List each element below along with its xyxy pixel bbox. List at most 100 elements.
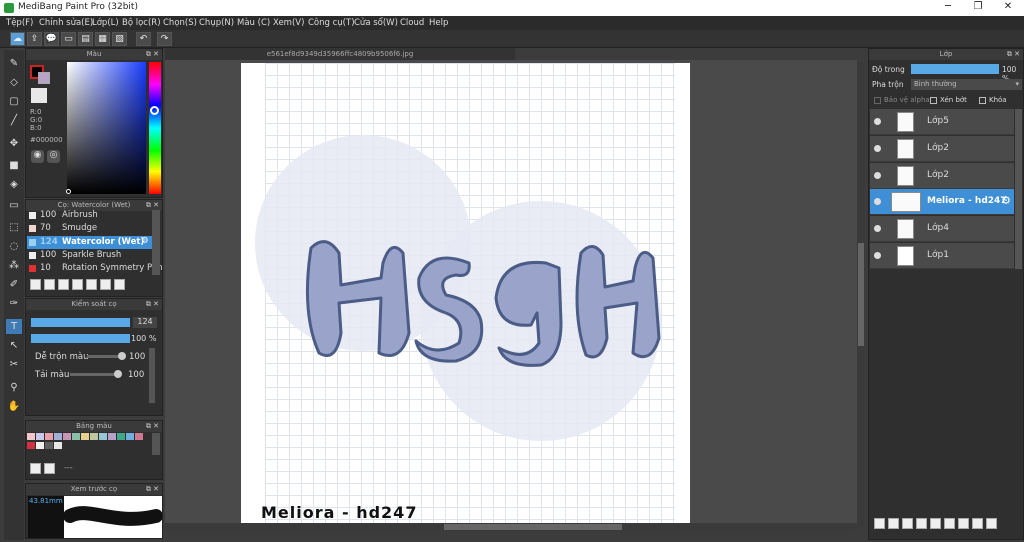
select-tool-icon[interactable]: ⬚ (6, 220, 22, 235)
protect-alpha-checkbox[interactable] (874, 97, 881, 104)
saturation-value-picker[interactable] (67, 62, 146, 194)
panel-close-icon[interactable]: ⧉ ✕ (146, 299, 159, 310)
palette-swatch[interactable] (54, 433, 62, 440)
operation-tool-icon[interactable]: ↖ (6, 338, 22, 353)
lasso-tool-icon[interactable]: ◌ (6, 239, 22, 254)
hue-slider[interactable] (149, 62, 161, 194)
palette-scrollbar[interactable] (152, 433, 160, 455)
rectangle-tool-icon[interactable]: ▢ (6, 94, 22, 109)
menu-cloud[interactable]: Cloud (400, 18, 424, 28)
palette-swatch[interactable] (36, 442, 44, 449)
close-button[interactable]: ✕ (998, 1, 1018, 15)
fill-rect-tool-icon[interactable]: ■ (6, 158, 22, 173)
menu-capture[interactable]: Chụp(N) (199, 18, 234, 28)
select-pen-tool-icon[interactable]: ✐ (6, 277, 22, 292)
document-tab[interactable]: e561ef8d9349d35966ffc4809b9506f6.jpg (165, 48, 515, 60)
select-eraser-tool-icon[interactable]: ✑ (6, 296, 22, 311)
folder-icon[interactable] (100, 279, 111, 290)
panel-close-icon[interactable]: ⧉ ✕ (146, 484, 159, 495)
add-layer-menu-icon[interactable] (916, 518, 927, 529)
brush-item[interactable]: 10 Rotation Symmetry Pen (27, 262, 162, 275)
layer-row[interactable]: Lớp2 (870, 136, 1014, 162)
layer-scrollbar[interactable] (1015, 109, 1022, 269)
hue-handle[interactable] (150, 106, 159, 115)
menu-tools[interactable]: Công cụ(T) (308, 18, 355, 28)
palette-swatch[interactable] (72, 433, 80, 440)
speech-bubble-icon[interactable]: 💬 (44, 32, 59, 46)
text-box-icon[interactable]: ▭ (61, 32, 76, 46)
menu-file[interactable]: Tệp(F) (6, 18, 33, 28)
panel-close-icon[interactable]: ⧉ ✕ (146, 421, 159, 432)
palette-icon[interactable]: ◉ (31, 150, 44, 163)
new-brush-icon[interactable] (44, 279, 55, 290)
layer-blend-select[interactable]: Bình thường ▾ (911, 79, 1022, 90)
maximize-button[interactable]: ❐ (968, 1, 988, 15)
new-8bit-layer-icon[interactable] (902, 518, 913, 529)
panel-icon[interactable]: ▤ (78, 32, 93, 46)
brush-settings-icon[interactable] (72, 279, 83, 290)
layer-row[interactable]: Lớp1 (870, 243, 1014, 269)
grid-icon[interactable]: ▦ (95, 32, 110, 46)
blend-slider-handle[interactable] (118, 352, 126, 360)
palette-swatch[interactable] (36, 433, 44, 440)
delete-color-icon[interactable] (44, 463, 55, 474)
menu-edit[interactable]: Chỉnh sửa(E) (39, 18, 93, 28)
move-tool-icon[interactable]: ✥ (6, 136, 22, 151)
eye-icon[interactable] (874, 145, 881, 152)
layer-row-selected[interactable]: Meliora - hd247 ⚙ (870, 189, 1014, 215)
palette-swatch[interactable] (117, 433, 125, 440)
layer-row[interactable]: Lớp5 (870, 109, 1014, 135)
export-icon[interactable]: ⇪ (27, 32, 42, 46)
menu-filter[interactable]: Bộ lọc(R) (122, 18, 161, 28)
brush-item-selected[interactable]: 124 Watercolor (Wet) ⚙ (27, 236, 152, 249)
new-halftone-layer-icon[interactable] (888, 518, 899, 529)
palette-add-icon[interactable]: ◎ (47, 150, 60, 163)
new-color-icon[interactable] (30, 463, 41, 474)
palette-swatch[interactable] (135, 433, 143, 440)
palette-swatch[interactable] (45, 442, 53, 449)
canvas-vertical-thumb[interactable] (858, 243, 864, 346)
palette-swatch[interactable] (99, 433, 107, 440)
panel-close-icon[interactable]: ⧉ ✕ (1007, 49, 1020, 60)
brush-size-value[interactable]: 124 (133, 317, 157, 328)
brush-tool-icon[interactable]: ✎ (6, 56, 22, 71)
palette-swatch[interactable] (54, 442, 62, 449)
folder-icon[interactable] (930, 518, 941, 529)
eraser-tool-icon[interactable]: ◇ (6, 75, 22, 90)
transparent-color-swatch[interactable] (31, 88, 47, 103)
dot-pen-tool-icon[interactable]: ╱ (6, 113, 22, 128)
cloud-icon[interactable]: ☁ (10, 32, 25, 46)
hand-tool-icon[interactable]: ✋ (6, 399, 22, 414)
eye-icon[interactable] (874, 252, 881, 259)
menu-select[interactable]: Chọn(S) (163, 18, 197, 28)
layer-row[interactable]: Lớp2 (870, 163, 1014, 189)
color-picker-cursor[interactable] (66, 189, 71, 194)
background-color-swatch[interactable] (38, 72, 50, 84)
undo-icon[interactable]: ↶ (136, 32, 151, 46)
brush-scrollbar[interactable] (152, 210, 160, 275)
brush-size-slider[interactable] (31, 318, 130, 327)
merge-layer-icon[interactable] (958, 518, 969, 529)
palette-swatch[interactable] (45, 433, 53, 440)
eye-icon[interactable] (874, 198, 881, 205)
canvas-horizontal-thumb[interactable] (444, 524, 622, 530)
eye-icon[interactable] (874, 172, 881, 179)
panel-close-icon[interactable]: ⧉ ✕ (146, 49, 159, 60)
palette-swatch[interactable] (108, 433, 116, 440)
brush-item[interactable]: 70 Smudge (27, 222, 152, 235)
lock-checkbox[interactable] (979, 97, 986, 104)
palette-swatch[interactable] (90, 433, 98, 440)
eye-icon[interactable] (874, 118, 881, 125)
brush-opacity-slider[interactable] (31, 334, 130, 343)
eyedropper-tool-icon[interactable]: ⚲ (6, 380, 22, 395)
gear-icon[interactable]: ⚙ (141, 236, 149, 246)
brush-item[interactable]: 100 Sparkle Brush (27, 249, 152, 262)
text-tool-icon[interactable]: T (6, 319, 22, 334)
add-brush-icon[interactable] (30, 279, 41, 290)
reload-slider[interactable] (70, 373, 118, 376)
magic-wand-tool-icon[interactable]: ⁂ (6, 258, 22, 273)
minimize-button[interactable]: ─ (938, 1, 958, 15)
copy-brush-icon[interactable] (58, 279, 69, 290)
palette-swatch[interactable] (27, 433, 35, 440)
tile-icon[interactable]: ▧ (112, 32, 127, 46)
